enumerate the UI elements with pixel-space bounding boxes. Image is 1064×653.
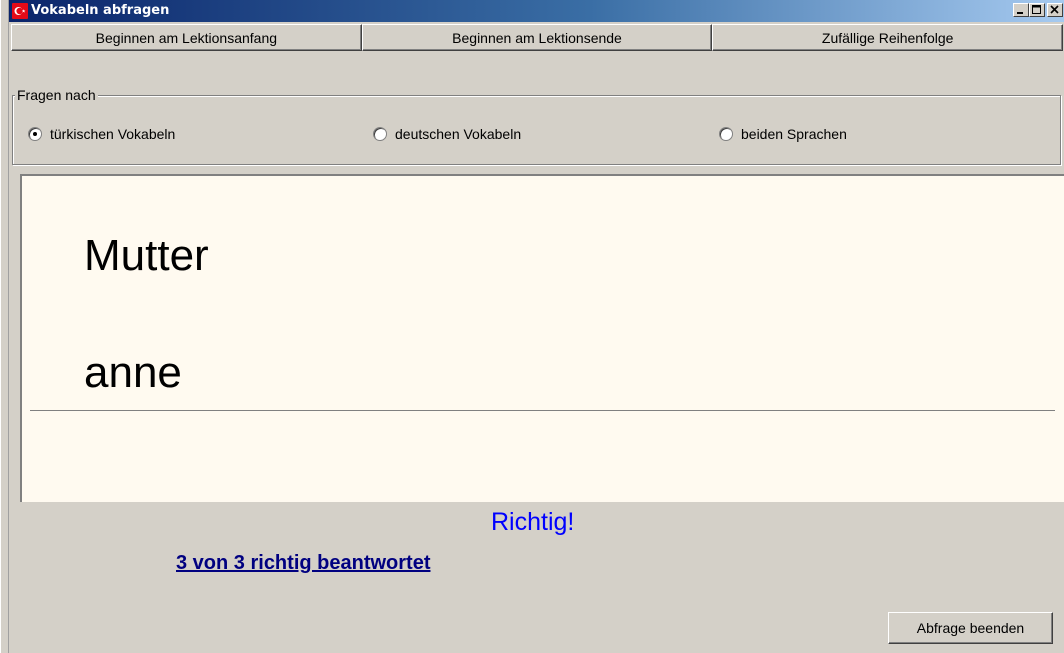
window-title: Vokabeln abfragen	[31, 3, 170, 18]
radio-button[interactable]	[719, 127, 733, 141]
radio-both-languages[interactable]: beiden Sprachen	[719, 126, 847, 142]
radio-button-checked[interactable]	[28, 127, 42, 141]
start-at-lesson-end-button[interactable]: Beginnen am Lektionsende	[361, 24, 713, 51]
maximize-button[interactable]	[1029, 3, 1045, 17]
flashcard-panel: Mutter anne	[20, 174, 1064, 502]
radio-german-vocab[interactable]: deutschen Vokabeln	[373, 126, 521, 142]
end-quiz-button[interactable]: Abfrage beenden	[888, 612, 1053, 644]
radio-turkish-vocab[interactable]: türkischen Vokabeln	[28, 126, 175, 142]
result-message: Richtig!	[491, 508, 575, 536]
window-controls	[1013, 3, 1063, 17]
card-divider	[30, 410, 1055, 411]
turkish-flag-icon	[12, 3, 28, 19]
quiz-window: Vokabeln abfragen Beginnen am Lektionsan…	[0, 0, 1064, 653]
question-word: Mutter	[84, 231, 209, 280]
answer-word: anne	[84, 348, 182, 397]
window-left-edge	[1, 0, 9, 653]
start-at-lesson-beginning-button[interactable]: Beginnen am Lektionsanfang	[11, 24, 362, 51]
radio-label-turkish: türkischen Vokabeln	[50, 126, 176, 142]
close-button[interactable]	[1047, 3, 1063, 17]
order-button-row: Beginnen am Lektionsanfang Beginnen am L…	[11, 24, 1064, 51]
radio-label-both: beiden Sprachen	[741, 126, 847, 142]
minimize-button[interactable]	[1013, 3, 1029, 17]
random-order-button[interactable]: Zufällige Reihenfolge	[712, 24, 1064, 51]
title-bar[interactable]: Vokabeln abfragen	[9, 0, 1064, 22]
ask-for-legend: Fragen nach	[15, 87, 98, 103]
radio-button[interactable]	[373, 127, 387, 141]
radio-label-german: deutschen Vokabeln	[395, 126, 522, 142]
score-text: 3 von 3 richtig beantwortet	[176, 552, 431, 574]
